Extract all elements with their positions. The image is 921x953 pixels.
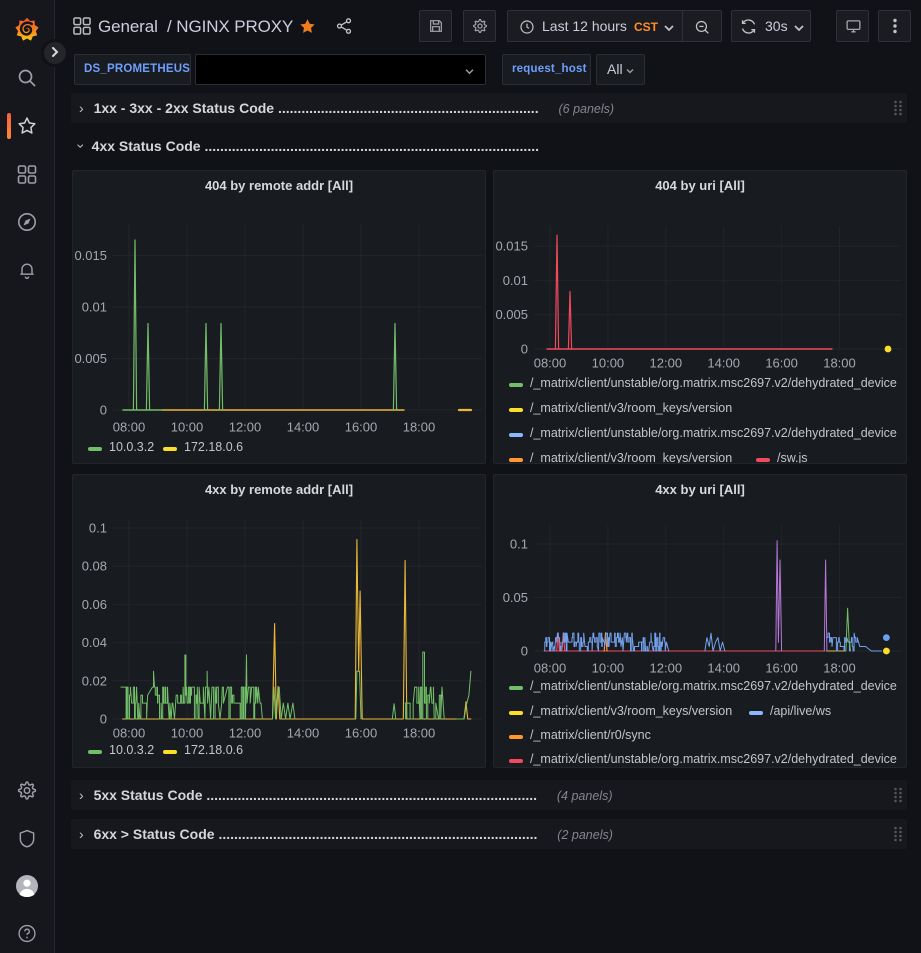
svg-text:08:00: 08:00 [534, 661, 567, 676]
svg-text:12:00: 12:00 [229, 420, 262, 435]
svg-text:0: 0 [100, 712, 107, 727]
svg-text:10:00: 10:00 [171, 726, 204, 741]
svg-text:18:00: 18:00 [823, 356, 856, 371]
svg-text:0: 0 [521, 644, 528, 659]
svg-text:18:00: 18:00 [823, 661, 856, 676]
svg-text:0: 0 [521, 342, 528, 357]
svg-text:14:00: 14:00 [707, 356, 740, 371]
svg-text:12:00: 12:00 [650, 661, 683, 676]
svg-text:10:00: 10:00 [592, 356, 625, 371]
svg-text:12:00: 12:00 [650, 356, 683, 371]
svg-text:0.005: 0.005 [74, 351, 107, 366]
svg-text:0.08: 0.08 [82, 559, 107, 574]
svg-text:0.005: 0.005 [495, 307, 528, 322]
svg-text:14:00: 14:00 [287, 726, 320, 741]
svg-text:0: 0 [100, 403, 107, 418]
svg-text:0.1: 0.1 [510, 537, 528, 552]
svg-text:14:00: 14:00 [707, 661, 740, 676]
svg-text:18:00: 18:00 [403, 726, 436, 741]
svg-text:08:00: 08:00 [534, 356, 567, 371]
svg-text:0.015: 0.015 [495, 239, 528, 254]
svg-text:0.04: 0.04 [82, 635, 107, 650]
svg-text:08:00: 08:00 [113, 726, 146, 741]
svg-text:16:00: 16:00 [765, 661, 798, 676]
svg-text:0.06: 0.06 [82, 597, 107, 612]
svg-text:14:00: 14:00 [287, 420, 320, 435]
svg-text:0.1: 0.1 [89, 521, 107, 536]
svg-text:18:00: 18:00 [403, 420, 436, 435]
svg-text:0.015: 0.015 [74, 248, 107, 263]
svg-text:0.05: 0.05 [503, 590, 528, 605]
svg-text:0.01: 0.01 [503, 273, 528, 288]
svg-text:0.01: 0.01 [82, 300, 107, 315]
svg-text:12:00: 12:00 [229, 726, 262, 741]
svg-text:16:00: 16:00 [765, 356, 798, 371]
svg-text:08:00: 08:00 [113, 420, 146, 435]
svg-text:16:00: 16:00 [345, 420, 378, 435]
svg-text:0.02: 0.02 [82, 673, 107, 688]
svg-text:10:00: 10:00 [592, 661, 625, 676]
svg-text:16:00: 16:00 [345, 726, 378, 741]
svg-text:10:00: 10:00 [171, 420, 204, 435]
